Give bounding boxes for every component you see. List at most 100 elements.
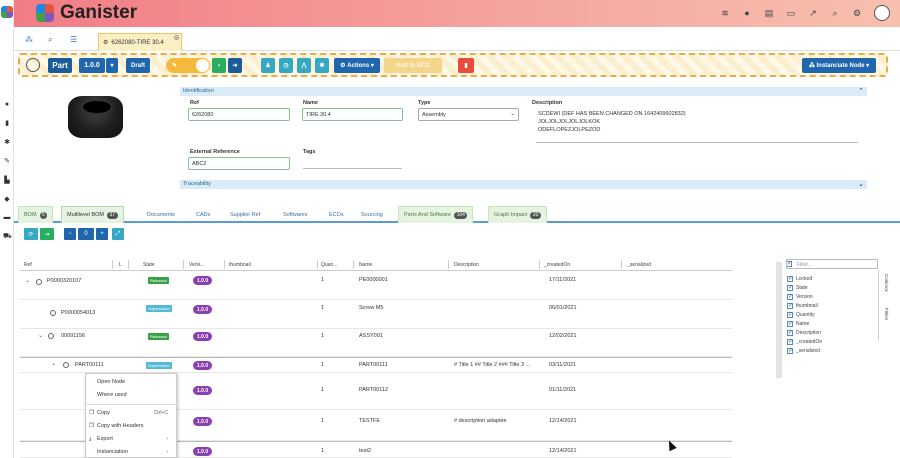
columns-filter-input[interactable]: Filter... [786, 259, 878, 269]
column-checkbox[interactable] [787, 347, 793, 354]
wifi-icon[interactable]: ≋ [720, 8, 730, 18]
sitemap-icon[interactable]: ⁂ [25, 35, 33, 44]
table-row[interactable]: ⌄ 00091156 Released 1.0.0 1 ASSY001 12/0… [20, 329, 732, 357]
tab-multilevel-bom[interactable]: Multilevel BOM 37 [61, 206, 124, 223]
column-header[interactable]: Name [359, 262, 372, 268]
type-select[interactable]: Assembly ⌄ [418, 108, 519, 121]
settings-icon[interactable]: ⚙ [852, 8, 862, 18]
chevron-up-icon[interactable]: ⌃ [858, 87, 864, 96]
chevron-down-icon[interactable]: ⌄ [51, 360, 56, 367]
external-ref-input[interactable]: ABC2 [188, 157, 290, 170]
tab-sourcing[interactable]: Sourcing [356, 206, 388, 223]
columns-side-tab[interactable]: Columns [880, 274, 889, 292]
folder-icon[interactable]: ▬ [3, 214, 11, 221]
cart-icon[interactable]: ⛟ [3, 233, 12, 240]
level-minus-button[interactable]: − [64, 228, 76, 240]
close-tab-icon[interactable]: × [174, 35, 179, 40]
language-flag-icon[interactable]: ▭ [786, 8, 796, 18]
external-link-icon[interactable]: ↗ [808, 8, 818, 18]
tab-supplier-ref[interactable]: Supplier Ref [225, 206, 265, 223]
column-header[interactable]: Versi... [189, 262, 204, 268]
menu-item-open-node[interactable]: Open Node [86, 376, 178, 388]
column-checkbox[interactable] [787, 338, 793, 345]
column-checkbox[interactable] [787, 302, 793, 309]
menu-item-copy-with-headers[interactable]: ❐ Copy with Headers [86, 420, 178, 432]
column-header[interactable]: Quan... [321, 262, 337, 268]
column-header[interactable]: _serialized [627, 262, 651, 268]
database-icon[interactable]: ▤ [764, 8, 774, 18]
road-icon[interactable]: ⋀ [297, 58, 311, 73]
logout-icon[interactable]: ➜ [228, 58, 242, 73]
traceability-section-header[interactable]: Traceability ⌄ [180, 180, 867, 189]
expand-icon[interactable]: ⤢ [112, 228, 124, 240]
type-button[interactable]: Part [48, 58, 72, 73]
name-input[interactable]: TIRE 30.4 [302, 108, 403, 121]
delete-icon[interactable]: ▮ [458, 58, 474, 73]
menu-item-copy[interactable]: ❐ Copy Ctrl+C [86, 407, 178, 419]
column-checkbox[interactable] [787, 320, 793, 327]
file-icon[interactable]: ▮ [3, 120, 11, 127]
filters-side-tab[interactable]: Filters [880, 308, 889, 320]
part-thumbnail[interactable] [55, 90, 135, 145]
user-avatar[interactable] [874, 5, 890, 21]
chevron-down-icon[interactable]: ⌄ [858, 180, 864, 189]
save-icon[interactable]: ▪ [212, 58, 226, 73]
list-icon[interactable]: ☰ [70, 35, 77, 44]
tab-graph-impact[interactable]: Graph Impact 20 [488, 206, 547, 223]
menu-item-where-used[interactable]: Where used [86, 389, 178, 401]
chevron-down-icon[interactable]: ⌄ [38, 332, 43, 339]
gears-icon[interactable]: ✱ [3, 139, 11, 146]
clock-icon[interactable]: ◷ [279, 58, 293, 73]
ganister-mini-logo[interactable] [1, 6, 13, 18]
table-row[interactable]: ⌄ PART00111 Superseded 1.0.0 1 PART00111… [20, 357, 732, 373]
description-textarea[interactable]: SCDEWI (DEF HAS BEEN CHANGED ON 16424096… [536, 108, 858, 143]
status-button[interactable]: Draft [126, 58, 150, 73]
version-dropdown-icon[interactable]: ▾ [106, 58, 118, 73]
bug-icon[interactable]: ✱ [315, 58, 329, 73]
column-header[interactable]: Description [454, 262, 479, 268]
column-header[interactable]: _createdOn [544, 262, 570, 268]
column-checkbox[interactable] [787, 275, 793, 282]
tab-softwares[interactable]: Softwares [278, 206, 312, 223]
tags-input[interactable] [303, 157, 402, 169]
search-icon[interactable]: ⌕ [830, 8, 840, 18]
refresh-icon[interactable]: ⟳ [24, 228, 38, 240]
level-plus-button[interactable]: + [96, 228, 108, 240]
notifications-icon[interactable]: ● [742, 8, 752, 18]
column-checkbox[interactable] [787, 311, 793, 318]
identification-section-header[interactable]: Identification ⌃ [180, 87, 867, 96]
column-checkbox[interactable] [787, 329, 793, 336]
column-header[interactable]: Ref [24, 262, 32, 268]
chevron-down-icon[interactable]: ⌄ [25, 277, 30, 284]
instantiate-node-dropdown[interactable]: ⁂ Instanciate Node ▾ [802, 58, 876, 73]
industry-icon[interactable]: ▙ [3, 177, 11, 184]
column-checkbox[interactable] [787, 293, 793, 300]
tag-icon[interactable]: ◆ [3, 196, 11, 203]
actions-dropdown[interactable]: ⚙ Actions ▾ [334, 58, 380, 73]
add-to-eco-button[interactable]: Add to ECO [384, 58, 442, 73]
brand[interactable]: Ganister [36, 2, 137, 23]
edit-toggle[interactable]: ✎ [166, 58, 210, 73]
grid-scrollbar[interactable] [776, 262, 782, 378]
column-checkbox[interactable] [787, 284, 793, 291]
ref-input[interactable]: 6262080 [188, 108, 290, 121]
tab-documents[interactable]: Documents [142, 206, 180, 223]
import-icon[interactable]: ⇥ [40, 228, 54, 240]
tab-bom[interactable]: BOM 5 [18, 206, 54, 223]
tab-ecos[interactable]: ECOs [324, 206, 349, 223]
menu-item-export[interactable]: ⤓ Export › [86, 433, 178, 445]
user-icon[interactable]: ♟ [261, 58, 275, 73]
column-header[interactable]: State [143, 262, 155, 268]
menu-item-instanciation[interactable]: Instanciation › [86, 446, 178, 458]
version-button[interactable]: 1.0.0 [79, 58, 105, 73]
column-header[interactable]: thumbnail [229, 262, 251, 268]
open-document-tab[interactable]: ⚙ 6262080-TIRE 30.4 × [98, 33, 182, 51]
pencil-icon[interactable]: ✎ [3, 158, 11, 165]
users-icon[interactable]: ● [3, 101, 11, 108]
tab-cads[interactable]: CADs [191, 206, 215, 223]
column-header[interactable]: L [119, 262, 122, 268]
table-row[interactable]: P0000054013 Superseded 1.0.0 1 Screw M5 … [20, 300, 732, 329]
table-row[interactable]: ⌄ P0000320107 Released 1.0.0 1 PE0000001… [20, 271, 732, 300]
level-value[interactable]: 0 [78, 228, 94, 240]
tab-parts-and-software[interactable]: Parts And Software 104 [398, 206, 474, 223]
